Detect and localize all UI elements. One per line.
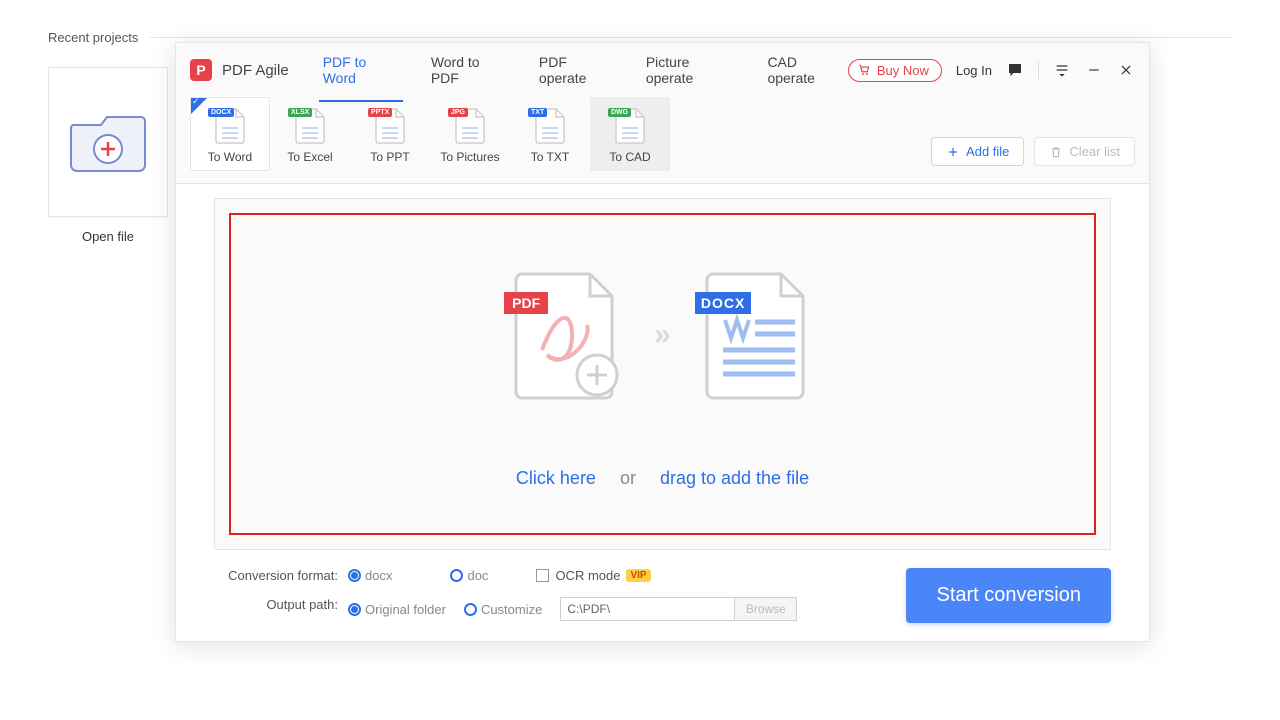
pdf-badge: PDF <box>504 292 548 314</box>
close-icon[interactable] <box>1117 61 1135 79</box>
radio-doc[interactable]: doc <box>450 568 488 583</box>
file-type-icon: XLSX <box>290 106 330 146</box>
radio-original-folder-label: Original folder <box>365 602 446 617</box>
tab-pdf-operate[interactable]: PDF operate <box>535 38 618 102</box>
output-path-label: Output path: <box>214 597 344 621</box>
drag-to-add-link[interactable]: drag to add the file <box>660 468 809 489</box>
tab-picture-operate[interactable]: Picture operate <box>642 38 740 102</box>
clear-list-label: Clear list <box>1069 144 1120 159</box>
ocr-mode-checkbox[interactable]: OCR mode VIP <box>536 568 650 583</box>
format-to-ppt[interactable]: PPTX To PPT <box>350 97 430 171</box>
format-label: To Excel <box>287 150 332 164</box>
format-to-cad[interactable]: DWG To CAD <box>590 97 670 171</box>
radio-docx-label: docx <box>365 568 392 583</box>
open-file-label: Open file <box>48 229 168 244</box>
buy-now-label: Buy Now <box>877 63 929 78</box>
radio-docx[interactable]: docx <box>348 568 392 583</box>
clear-list-button[interactable]: Clear list <box>1034 137 1135 166</box>
format-label: To Word <box>208 150 252 164</box>
output-path-input[interactable] <box>560 597 735 621</box>
format-to-txt[interactable]: TXT To TXT <box>510 97 590 171</box>
radio-doc-label: doc <box>467 568 488 583</box>
open-file-tile[interactable]: Open file <box>48 67 168 244</box>
menu-dropdown-icon[interactable] <box>1053 61 1071 79</box>
radio-customize-label: Customize <box>481 602 542 617</box>
click-here-link[interactable]: Click here <box>516 468 596 489</box>
titlebar: P PDF Agile PDF to WordWord to PDFPDF op… <box>176 43 1149 97</box>
format-to-pictures[interactable]: JPG To Pictures <box>430 97 510 171</box>
tab-word-to-pdf[interactable]: Word to PDF <box>427 38 511 102</box>
tab-cad-operate[interactable]: CAD operate <box>763 38 847 102</box>
browse-button[interactable]: Browse <box>735 597 797 621</box>
login-button[interactable]: Log In <box>956 63 992 78</box>
arrow-right-icon: » <box>654 318 671 352</box>
add-file-label: Add file <box>966 144 1009 159</box>
app-name: PDF Agile <box>222 62 289 79</box>
format-label: To Pictures <box>440 150 499 164</box>
start-conversion-button[interactable]: Start conversion <box>906 568 1111 623</box>
plus-icon <box>946 145 960 159</box>
pdf-file-icon: PDF <box>512 270 622 400</box>
cart-icon <box>857 63 871 77</box>
or-text: or <box>620 468 636 489</box>
docx-badge: DOCX <box>695 292 751 314</box>
conversion-format-label: Conversion format: <box>214 568 344 583</box>
format-to-excel[interactable]: XLSX To Excel <box>270 97 350 171</box>
ocr-mode-label: OCR mode <box>555 568 620 583</box>
file-type-icon: DWG <box>610 106 650 146</box>
radio-customize[interactable]: Customize <box>464 602 542 617</box>
file-type-icon: DOCX <box>210 106 250 146</box>
format-label: To CAD <box>609 150 650 164</box>
docx-file-icon: DOCX <box>703 270 813 400</box>
vip-badge: VIP <box>626 569 650 582</box>
file-type-icon: JPG <box>450 106 490 146</box>
drop-area[interactable]: PDF » <box>214 198 1111 550</box>
app-logo-icon: P <box>190 59 212 81</box>
format-label: To TXT <box>531 150 569 164</box>
file-type-icon: TXT <box>530 106 570 146</box>
feedback-icon[interactable] <box>1006 61 1024 79</box>
app-window: P PDF Agile PDF to WordWord to PDFPDF op… <box>175 42 1150 642</box>
format-label: To PPT <box>370 150 409 164</box>
buy-now-button[interactable]: Buy Now <box>848 59 942 82</box>
tab-pdf-to-word[interactable]: PDF to Word <box>319 38 403 102</box>
radio-original-folder[interactable]: Original folder <box>348 602 446 617</box>
trash-icon <box>1049 145 1063 159</box>
file-type-icon: PPTX <box>370 106 410 146</box>
divider <box>1038 61 1039 79</box>
format-to-word[interactable]: DOCX To Word <box>190 97 270 171</box>
conversion-graphic: PDF » <box>512 270 813 400</box>
recent-projects-heading: Recent projects <box>48 30 138 45</box>
minimize-icon[interactable] <box>1085 61 1103 79</box>
add-file-button[interactable]: Add file <box>931 137 1024 166</box>
folder-plus-icon <box>68 107 148 177</box>
